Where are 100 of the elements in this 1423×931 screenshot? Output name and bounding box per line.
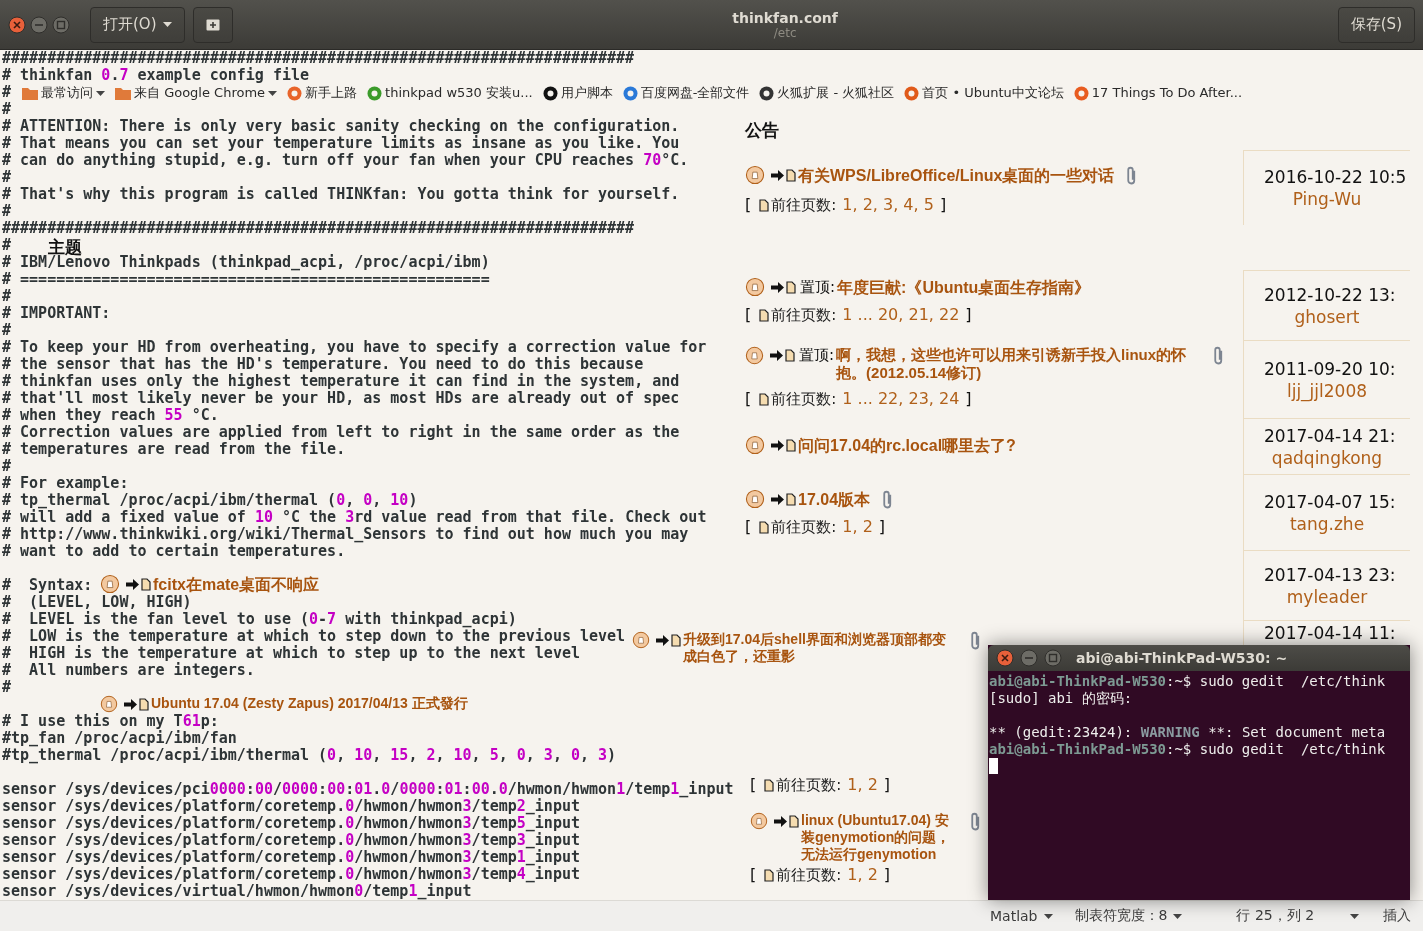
topic-link[interactable]: Ubuntu 17.04 (Zesty Zapus) 2017/04/13 正式發行 xyxy=(151,695,468,712)
arrow-icon xyxy=(124,698,137,710)
terminal-line: abi@abi-ThinkPad-W530:~$ sudo gedit /etc/think xyxy=(989,741,1387,758)
topic-link[interactable]: 问问17.04的rc.local哪里去了? xyxy=(798,436,1016,455)
bookmark[interactable]: 最常访问 xyxy=(22,85,105,101)
bookmark[interactable]: 火狐扩展 - 火狐社区 xyxy=(759,85,895,101)
save-button[interactable]: 保存(S) xyxy=(1337,6,1415,43)
bracket-text: ] xyxy=(883,866,891,884)
topic-link[interactable]: fcitx在mate桌面不响应 xyxy=(153,575,320,594)
caret-icon xyxy=(162,22,172,27)
pages-label: 前往页数: xyxy=(776,866,842,884)
page-links[interactable]: 1 ... 22, 23, 24 xyxy=(842,390,960,408)
topic-link[interactable]: linux (Ubuntu17.04) 安装genymotion的问题，无法运行genymotion xyxy=(801,812,958,863)
code-line: # ==================================================== xyxy=(2,271,490,288)
code-line: # the sensor that has the HD's temperature. You need to do this because xyxy=(2,356,644,373)
pages-label: 前往页数: xyxy=(771,390,837,408)
terminal-title: abi@abi-ThinkPad-W530: ~ xyxy=(1076,650,1288,666)
code-line: # temperatures are read from the file. xyxy=(2,441,346,458)
minimize-icon[interactable] xyxy=(1020,649,1038,667)
document-icon xyxy=(759,308,770,322)
bookmark[interactable]: 用户脚本 xyxy=(542,85,613,101)
topic-icon xyxy=(745,277,765,297)
topic-icon xyxy=(100,695,118,713)
author-link[interactable]: myleader xyxy=(1286,586,1368,607)
code-line: ###################################################################### xyxy=(2,220,635,237)
topic-link[interactable]: 升级到17.04后shell界面和浏览器顶部都变成白色了，还重影 xyxy=(683,631,958,665)
code-line: sensor /sys/devices/platform/coretemp.0/hwmon/hwmon3/temp5_input xyxy=(2,815,580,832)
language-menu[interactable]: Matlab xyxy=(990,908,1053,924)
maximize-icon[interactable] xyxy=(52,15,70,34)
code-line: # ATTENTION: There is only very basic sanity checking on the configuration. xyxy=(2,118,680,135)
topic-icon xyxy=(100,574,120,594)
close-icon[interactable] xyxy=(8,15,26,34)
code-line: # xyxy=(2,101,12,118)
terminal-line: [sudo] abi 的密码: xyxy=(989,690,1134,707)
bracket-text: [ xyxy=(745,518,752,536)
author-link[interactable]: ghosert xyxy=(1294,306,1360,327)
code-line: # For example: xyxy=(2,475,129,492)
post-time: 2017-04-14 21: xyxy=(1263,425,1396,446)
document-icon xyxy=(789,814,799,828)
post-time: 2011-09-20 10: xyxy=(1263,358,1396,379)
bookmark[interactable]: 首页 • Ubuntu中文论坛 xyxy=(904,85,1064,101)
maximize-icon[interactable] xyxy=(1044,649,1062,667)
minimize-icon[interactable] xyxy=(30,15,48,34)
page-links[interactable]: 1 ... 20, 21, 22 xyxy=(842,306,960,324)
author-link[interactable]: ljj_jjl2008 xyxy=(1286,380,1368,401)
code-line: # Syntax: xyxy=(2,577,93,594)
overwrite-menu[interactable] xyxy=(1350,913,1360,919)
folder-icon xyxy=(115,86,131,100)
terminal-line: ** (gedit:23424): WARNING **: Set document meta xyxy=(989,724,1387,741)
topic-link[interactable]: 有关WPS/LibreOffice/Linux桌面的一些对话 xyxy=(798,166,1115,185)
arrow-icon xyxy=(770,349,783,361)
tab-width-menu[interactable]: 制表符宽度：8 xyxy=(1074,907,1183,925)
document-icon xyxy=(759,392,770,406)
caret-icon xyxy=(1350,913,1360,919)
caret-icon xyxy=(1043,913,1053,919)
site-icon xyxy=(622,85,638,101)
code-line: # that'll most likely never be your HD, as most HDs are already out of spec xyxy=(2,390,680,407)
folder-icon xyxy=(22,86,38,100)
topic-link[interactable]: 年度巨献:《Ubuntu桌面生存指南》 xyxy=(837,278,1091,297)
post-time: 2016-10-22 10:5 xyxy=(1263,167,1407,187)
site-icon xyxy=(542,85,558,101)
code-line: # That's why this program is called THINKfan: You gotta think for yourself. xyxy=(2,186,680,203)
insert-mode: 插入 xyxy=(1383,907,1412,925)
author-link[interactable]: Ping-Wu xyxy=(1292,189,1362,209)
topic-icon xyxy=(632,631,650,649)
code-line: # xyxy=(2,84,12,101)
post-time: 2017-04-07 15: xyxy=(1263,491,1396,512)
document-icon xyxy=(141,577,151,591)
bookmark[interactable]: 来自 Google Chrome xyxy=(115,85,278,101)
topic-link[interactable]: 17.04版本 xyxy=(798,490,871,509)
author-link[interactable]: tang.zhe xyxy=(1289,513,1365,534)
code-line: # will add a fixed value of 10 °C the 3rd value read from that file. Check out xyxy=(2,509,707,526)
code-line: # thinkfan 0.7 example config file xyxy=(2,67,310,84)
pinned-label: 置顶: xyxy=(799,346,835,364)
document-icon xyxy=(139,697,149,711)
new-tab-button[interactable] xyxy=(192,6,233,43)
document-icon xyxy=(764,868,775,882)
section-heading: 主题 xyxy=(48,237,82,257)
close-icon[interactable] xyxy=(996,649,1014,667)
code-line: # can do anything stupid, e.g. turn off your fan when your CPU reaches 70°C. xyxy=(2,152,689,169)
bookmark[interactable]: thinkpad w530 安装u... xyxy=(367,85,533,101)
caret-icon xyxy=(1173,913,1183,919)
page-links[interactable]: 1, 2 xyxy=(842,518,873,536)
bookmark[interactable]: 新手上路 xyxy=(287,85,358,101)
author-link[interactable]: qadqingkong xyxy=(1271,447,1383,468)
code-line: # To keep your HD from overheating, you have to specify a correction value for xyxy=(2,339,707,356)
code-line: sensor /sys/devices/platform/coretemp.0/hwmon/hwmon3/temp1_input xyxy=(2,849,580,866)
bookmark[interactable]: 百度网盘-全部文件 xyxy=(622,85,750,101)
topic-link[interactable]: 啊，我想，这些也许可以用来引诱新手投入linux的怀抱。(2012.05.14修订) xyxy=(836,346,1201,382)
bracket-text: ] xyxy=(883,776,891,794)
arrow-icon xyxy=(771,493,784,505)
page-links[interactable]: 1, 2, 3, 4, 5 xyxy=(842,196,934,214)
bookmark[interactable]: 17 Things To Do After... xyxy=(1073,85,1243,101)
open-button[interactable]: 打开(O) xyxy=(90,6,185,43)
page-links[interactable]: 1, 2 xyxy=(847,776,878,794)
document-icon xyxy=(786,492,796,506)
code-line: # xyxy=(2,458,12,475)
page-links[interactable]: 1, 2 xyxy=(847,866,878,884)
code-line: ###################################################################### xyxy=(2,50,635,67)
code-line: # xyxy=(2,679,12,696)
